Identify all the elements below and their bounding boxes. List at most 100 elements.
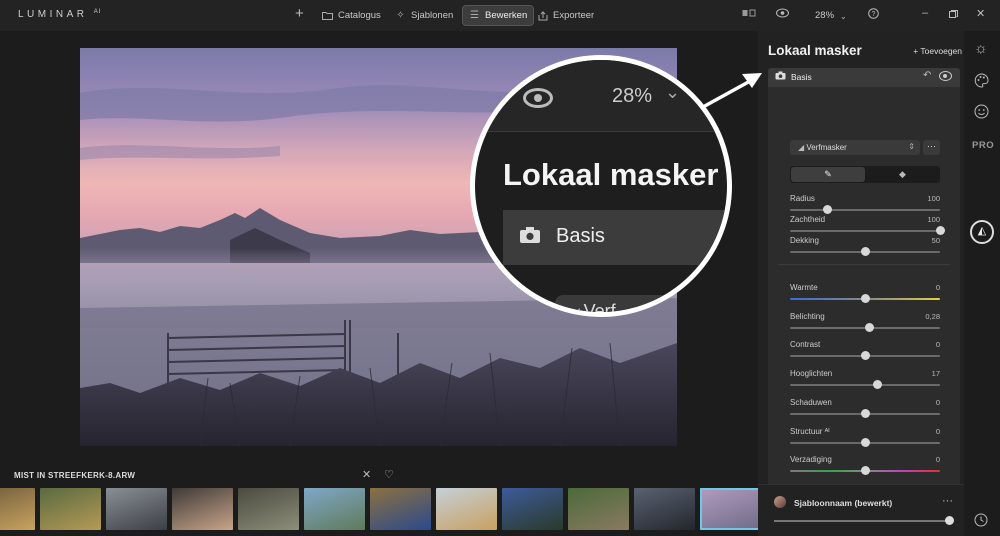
slider-label: Dekking bbox=[790, 236, 819, 245]
slider-structuur[interactable]: Structuur ᴬᴵ 0 bbox=[790, 427, 940, 453]
filmstrip-thumbnail[interactable] bbox=[304, 488, 365, 530]
mask-type-select[interactable]: ◢ Verfmasker ⇕ bbox=[790, 140, 920, 155]
slider-knob[interactable] bbox=[865, 322, 874, 332]
brush-icon: ✎ bbox=[824, 169, 832, 179]
slider-track[interactable] bbox=[790, 230, 940, 232]
export-icon bbox=[537, 10, 548, 21]
nav-bewerken-label: Bewerken bbox=[485, 10, 528, 21]
folder-icon bbox=[322, 10, 333, 21]
add-icon[interactable]: + bbox=[295, 6, 304, 21]
nav-exporteer[interactable]: Exporteer bbox=[531, 5, 600, 26]
slider-label: Verzadiging bbox=[790, 455, 832, 465]
mask-more-button[interactable]: ··· bbox=[923, 140, 940, 155]
template-amount-track[interactable] bbox=[774, 520, 948, 522]
essentials-sun-icon[interactable]: ☼ bbox=[974, 40, 988, 57]
nav-sjablonen[interactable]: ✧ Sjablonen bbox=[389, 5, 459, 26]
undo-icon[interactable]: ↶ bbox=[923, 70, 931, 81]
local-masking-icon[interactable]: ◭ bbox=[970, 220, 994, 244]
slider-value: 0,28 bbox=[925, 311, 940, 321]
filmstrip-thumbnail[interactable] bbox=[106, 488, 167, 530]
favorite-heart-icon[interactable]: ♡ bbox=[384, 468, 394, 481]
slider-value: 17 bbox=[931, 369, 940, 379]
slider-schaduwen[interactable]: Schaduwen 0 bbox=[790, 398, 940, 424]
slider-label: Radius bbox=[790, 194, 815, 203]
filmstrip-thumbnail[interactable] bbox=[370, 488, 431, 530]
slider-knob[interactable] bbox=[860, 466, 870, 476]
luminar-window: LUMINAR AI + Catalogus ✧ Sjablonen ☰ Bew… bbox=[0, 0, 1000, 536]
filmstrip-thumbnail[interactable] bbox=[0, 488, 35, 530]
nav-bewerken[interactable]: ☰ Bewerken bbox=[462, 5, 535, 26]
slider-dekking[interactable]: Dekking 50 bbox=[790, 236, 940, 262]
sparkle-icon: ✧ bbox=[396, 10, 405, 21]
visibility-eye-icon[interactable] bbox=[939, 71, 952, 81]
filmstrip-thumbnail[interactable] bbox=[172, 488, 233, 530]
filmstrip-thumbnail[interactable] bbox=[238, 488, 299, 530]
eraser-icon: ◆ bbox=[899, 169, 906, 179]
slider-warmte[interactable]: Warmte 0 bbox=[790, 283, 940, 309]
help-icon[interactable]: ? bbox=[868, 8, 879, 23]
callout-eye-icon bbox=[523, 88, 553, 108]
callout-mask-label: Verf bbox=[583, 301, 616, 317]
filmstrip-thumbnail[interactable] bbox=[700, 488, 761, 530]
slider-knob[interactable] bbox=[860, 294, 870, 303]
layer-header[interactable]: Basis ↶ bbox=[768, 68, 960, 87]
close-icon[interactable]: ✕ bbox=[362, 468, 371, 481]
slider-knob[interactable] bbox=[860, 408, 870, 418]
callout-chevron-icon: ⌄ bbox=[665, 82, 681, 102]
add-mask-button[interactable]: + Toevoegen bbox=[913, 46, 962, 56]
filmstrip bbox=[0, 488, 893, 530]
callout-title: Lokaal masker bbox=[503, 157, 719, 192]
filmstrip-thumbnail[interactable] bbox=[502, 488, 563, 530]
creative-palette-icon[interactable] bbox=[974, 73, 989, 92]
filmstrip-filename: MIST IN STREEFKERK-8.ARW bbox=[14, 471, 136, 480]
filmstrip-thumbnail[interactable] bbox=[436, 488, 497, 530]
slider-value: 100 bbox=[927, 194, 940, 203]
slider-knob[interactable] bbox=[860, 351, 870, 361]
preview-eye-icon[interactable] bbox=[776, 8, 789, 22]
callout-layer-row: Basis bbox=[503, 210, 727, 265]
template-name: Sjabloonnaam (bewerkt) bbox=[794, 498, 893, 508]
slider-knob[interactable] bbox=[823, 205, 832, 214]
maximize-icon[interactable] bbox=[949, 9, 958, 23]
slider-knob[interactable] bbox=[860, 247, 870, 256]
slider-track[interactable] bbox=[790, 209, 940, 211]
slider-contrast[interactable]: Contrast 0 bbox=[790, 340, 940, 366]
compare-icon[interactable] bbox=[742, 8, 756, 22]
slider-verzadiging[interactable]: Verzadiging 0 bbox=[790, 455, 940, 481]
slider-belichting[interactable]: Belichting 0,28 bbox=[790, 312, 940, 338]
callout-layer-name: Basis bbox=[556, 225, 605, 247]
select-chevron-icon: ⇕ bbox=[908, 142, 915, 151]
pro-tools-icon[interactable]: PRO bbox=[972, 140, 994, 151]
zoom-chevron-icon[interactable]: ⌄ bbox=[840, 10, 847, 24]
callout-camera-icon bbox=[519, 226, 541, 250]
template-amount-knob[interactable] bbox=[945, 516, 954, 525]
svg-text:?: ? bbox=[872, 11, 876, 18]
slider-knob[interactable] bbox=[935, 226, 945, 235]
minimize-icon[interactable]: – bbox=[922, 6, 928, 20]
slider-value: 0 bbox=[935, 455, 940, 465]
slider-track[interactable] bbox=[790, 384, 940, 387]
edit-panel: Lokaal masker + Toevoegen Basis ↶ ◢ Verf… bbox=[758, 31, 964, 536]
nav-catalogus[interactable]: Catalogus bbox=[316, 5, 387, 26]
nav-sjablonen-label: Sjablonen bbox=[411, 10, 454, 21]
filmstrip-thumbnail[interactable] bbox=[568, 488, 629, 530]
brush-tool-button[interactable]: ✎ bbox=[791, 167, 865, 182]
portrait-smile-icon[interactable] bbox=[974, 104, 989, 123]
sliders-icon: ☰ bbox=[470, 10, 479, 21]
filmstrip-thumbnail[interactable] bbox=[634, 488, 695, 530]
slider-knob[interactable] bbox=[872, 380, 882, 390]
mask-type-label: Verfmasker bbox=[806, 143, 847, 152]
close-window-icon[interactable]: ✕ bbox=[976, 7, 985, 21]
slider-value: 0 bbox=[935, 283, 940, 292]
filmstrip-thumbnail[interactable] bbox=[40, 488, 101, 530]
template-more-icon[interactable]: ··· bbox=[942, 495, 953, 507]
slider-knob[interactable] bbox=[860, 437, 870, 447]
history-clock-icon[interactable] bbox=[974, 513, 988, 531]
slider-hooglichten[interactable]: Hooglichten 17 bbox=[790, 369, 940, 395]
mask-tool-toggle: ✎ ◆ bbox=[790, 166, 940, 183]
eraser-tool-button[interactable]: ◆ bbox=[866, 167, 939, 182]
zoom-callout: 28% ⌄ Lokaal masker Basis ◢ Verf bbox=[470, 55, 732, 317]
nav-exporteer-label: Exporteer bbox=[553, 10, 595, 21]
callout-zoom: 28% bbox=[612, 85, 653, 107]
zoom-level[interactable]: 28% bbox=[815, 10, 834, 21]
